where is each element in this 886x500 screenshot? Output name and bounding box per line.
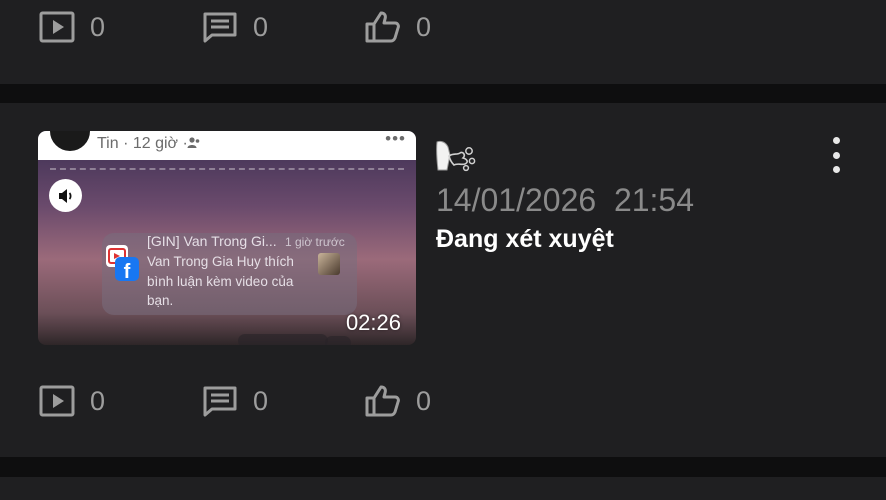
post-date: 14/01/2026: [436, 182, 597, 218]
story-avatar: [48, 131, 92, 153]
post-title[interactable]: Đang xét xuyệt: [436, 225, 614, 254]
svg-text:f: f: [124, 261, 131, 283]
post-stats: 0 0 0: [38, 384, 558, 418]
comment-icon: [203, 386, 237, 417]
notification-card: f [GIN] Van Trong Gi... 1 giờ trước Van …: [102, 233, 357, 315]
views-stat[interactable]: 0: [38, 10, 105, 44]
story-progress-bar: [50, 168, 404, 170]
likes-stat[interactable]: 0: [364, 10, 431, 44]
likes-count: 0: [416, 386, 432, 416]
post-time: 21:54: [613, 182, 695, 218]
post-card: Tin · 12 giờ · ••• f [GIN] Van Trong Gi.…: [0, 103, 886, 457]
post-card-next: [0, 477, 886, 500]
play-icon: [39, 385, 75, 417]
friends-icon: [187, 137, 200, 148]
thumbs-up-icon: [365, 385, 400, 417]
story-meta: Tin · 12 giờ ·: [97, 135, 188, 152]
comments-stat[interactable]: 0: [201, 384, 268, 418]
comments-count: 0: [253, 12, 269, 42]
notification-thumbnail: [318, 253, 340, 275]
comments-count: 0: [253, 386, 269, 416]
views-count: 0: [90, 12, 106, 42]
notification-title: [GIN] Van Trong Gi...: [147, 233, 277, 249]
facebook-reels-icon: f: [106, 245, 139, 283]
post-card-previous: 0 0 0: [0, 0, 886, 84]
notification-body: Van Trong Gia Huy thích bình luận kèm vi…: [147, 254, 294, 308]
post-datetime: 14/01/2026 21:54: [436, 182, 694, 219]
play-icon: [39, 11, 75, 43]
story-reply-button: [325, 336, 351, 345]
author-avatar[interactable]: [436, 139, 476, 173]
post-stats: 0 0 0: [38, 10, 558, 44]
notification-time: 1 giờ trước: [285, 235, 345, 249]
thumbs-up-icon: [365, 11, 400, 43]
speaker-icon: [49, 179, 82, 212]
views-count: 0: [90, 386, 106, 416]
comment-icon: [203, 12, 237, 43]
story-menu: •••: [385, 131, 406, 148]
video-duration: 02:26: [345, 310, 401, 335]
comments-stat[interactable]: 0: [201, 10, 268, 44]
video-thumbnail[interactable]: Tin · 12 giờ · ••• f [GIN] Van Trong Gi.…: [38, 131, 416, 345]
views-stat[interactable]: 0: [38, 384, 105, 418]
more-vertical-icon[interactable]: [823, 133, 849, 177]
story-reply-bar: [238, 334, 328, 345]
likes-stat[interactable]: 0: [364, 384, 431, 418]
likes-count: 0: [416, 12, 432, 42]
thumbnail-story-header: Tin · 12 giờ · •••: [38, 131, 416, 160]
